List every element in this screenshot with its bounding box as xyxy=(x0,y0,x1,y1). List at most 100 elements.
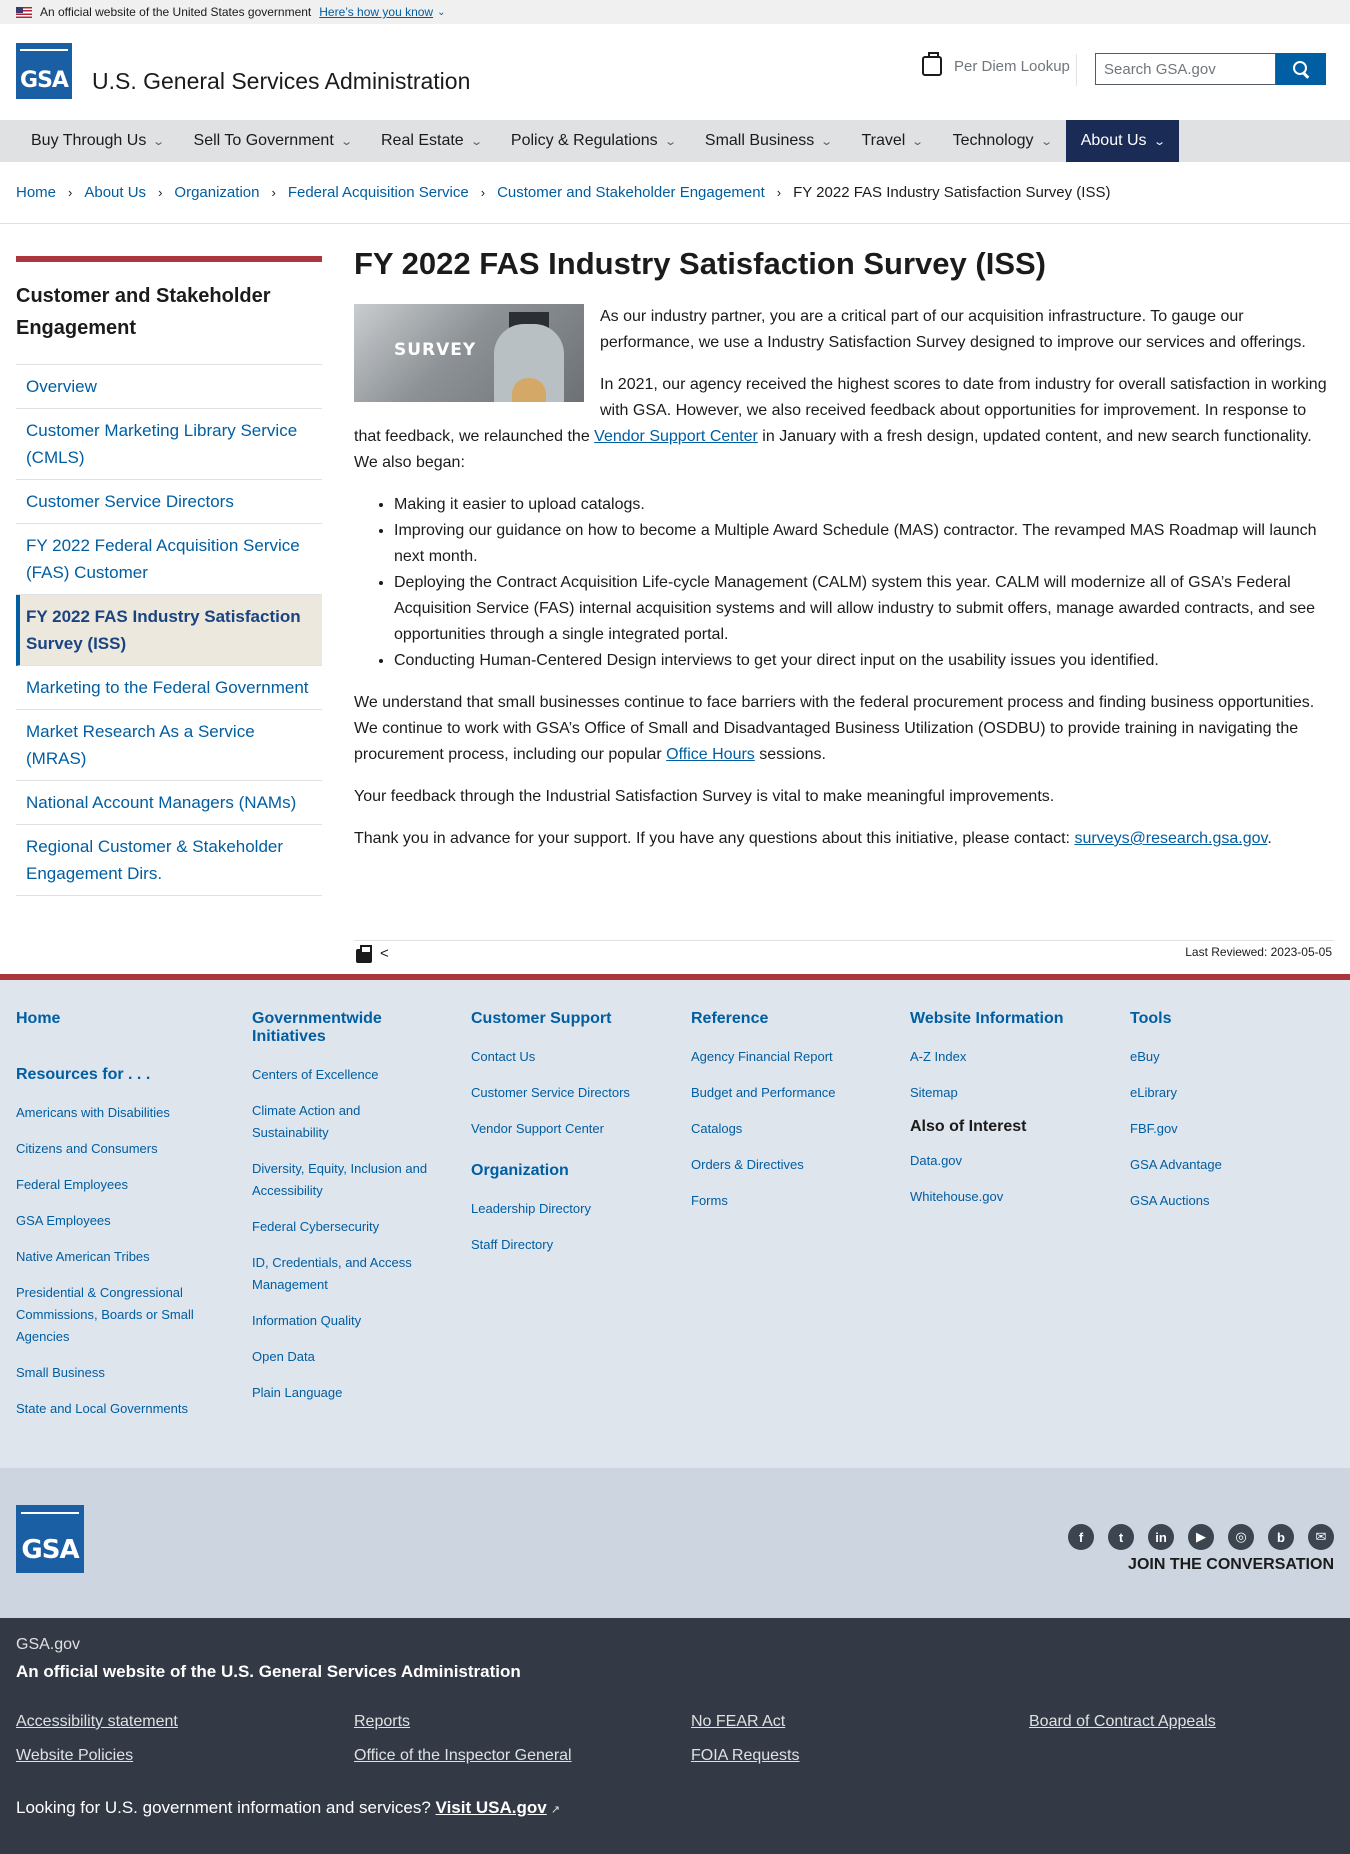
sidebar-item-overview[interactable]: Overview xyxy=(16,365,322,409)
footer-link[interactable]: GSA Employees xyxy=(16,1210,216,1232)
nav-small-business[interactable]: Small Business ⌄ xyxy=(690,120,847,162)
breadcrumb-about-us[interactable]: About Us xyxy=(84,184,146,201)
nav-about-us[interactable]: About Us ⌄ xyxy=(1065,120,1179,162)
footer-link[interactable]: Agency Financial Report xyxy=(691,1046,891,1068)
nav-real-estate[interactable]: Real Estate ⌄ xyxy=(366,120,496,162)
sidebar-item-fas-customer[interactable]: FY 2022 Federal Acquisition Service (FAS… xyxy=(16,524,322,595)
footer-link[interactable]: FBF.gov xyxy=(1130,1118,1330,1140)
footer-link[interactable]: Whitehouse.gov xyxy=(910,1186,1110,1208)
linkedin-icon[interactable]: in xyxy=(1148,1524,1174,1550)
footer-link[interactable]: Federal Cybersecurity xyxy=(252,1216,432,1238)
footer-link[interactable]: Open Data xyxy=(252,1346,432,1368)
footer-ref-title: Reference xyxy=(691,1010,769,1027)
footer-link[interactable]: Americans with Disabilities xyxy=(16,1102,216,1124)
footer-link[interactable]: eBuy xyxy=(1130,1046,1330,1068)
share-icon[interactable]: < xyxy=(380,945,389,962)
footer-link[interactable]: Small Business xyxy=(16,1362,216,1384)
breadcrumb-cse[interactable]: Customer and Stakeholder Engagement xyxy=(497,184,765,201)
improvements-list: Making it easier to upload catalogs. Imp… xyxy=(394,492,1334,674)
footer-gsa-logo[interactable]: GSA xyxy=(16,1505,84,1573)
agency-name[interactable]: U.S. General Services Administration xyxy=(92,68,470,95)
facebook-icon[interactable]: f xyxy=(1068,1524,1094,1550)
footer-link[interactable]: Plain Language xyxy=(252,1382,432,1404)
footer-link[interactable]: Catalogs xyxy=(691,1118,891,1140)
email-icon[interactable]: ✉ xyxy=(1308,1524,1334,1550)
footer-col-support: Customer Support Contact Us Customer Ser… xyxy=(471,1010,671,1270)
contract-appeals-link[interactable]: Board of Contract Appeals xyxy=(1029,1713,1216,1731)
breadcrumb-organization[interactable]: Organization xyxy=(174,184,259,201)
nav-sell-to-government[interactable]: Sell To Government ⌄ xyxy=(179,120,366,162)
instagram-icon[interactable]: ◎ xyxy=(1228,1524,1254,1550)
footer-link[interactable]: Information Quality xyxy=(252,1310,432,1332)
footer-link[interactable]: Customer Service Directors xyxy=(471,1082,671,1104)
survey-email-link[interactable]: surveys@research.gsa.gov xyxy=(1074,830,1267,847)
sidebar-item-customer-service-directors[interactable]: Customer Service Directors xyxy=(16,480,322,524)
footer-link[interactable]: Centers of Excellence xyxy=(252,1064,432,1086)
list-item: Conducting Human-Centered Design intervi… xyxy=(394,648,1334,674)
office-hours-link[interactable]: Office Hours xyxy=(666,746,755,763)
footer-link[interactable]: Data.gov xyxy=(910,1150,1110,1172)
sidebar-item-iss[interactable]: FY 2022 FAS Industry Satisfaction Survey… xyxy=(16,595,322,666)
search-button[interactable] xyxy=(1276,53,1326,85)
breadcrumb-fas[interactable]: Federal Acquisition Service xyxy=(288,184,469,201)
visit-usa-link[interactable]: Visit USA.gov xyxy=(436,1798,547,1817)
per-diem-lookup-link[interactable]: Per Diem Lookup xyxy=(922,52,1070,76)
footer-link[interactable]: Forms xyxy=(691,1190,891,1212)
nav-buy-through-us[interactable]: Buy Through Us ⌄ xyxy=(16,120,179,162)
contact-paragraph: Thank you in advance for your support. I… xyxy=(354,830,1272,847)
youtube-icon[interactable]: ▶ xyxy=(1188,1524,1214,1550)
vendor-support-center-link[interactable]: Vendor Support Center xyxy=(594,428,758,445)
footer-link[interactable]: Native American Tribes xyxy=(16,1246,216,1268)
chevron-down-icon[interactable]: ⌄ xyxy=(437,7,445,18)
footer-col-reference: Reference Agency Financial Report Budget… xyxy=(691,1010,891,1226)
sidebar-item-marketing[interactable]: Marketing to the Federal Government xyxy=(16,666,322,710)
footer-link[interactable]: Leadership Directory xyxy=(471,1198,671,1220)
footer-link[interactable]: Federal Employees xyxy=(16,1174,216,1196)
sidebar-item-nams[interactable]: National Account Managers (NAMs) xyxy=(16,781,322,825)
breadcrumb: Home › About Us › Organization › Federal Ac… xyxy=(0,162,1350,224)
footer-link[interactable]: ID, Credentials, and Access Management xyxy=(252,1252,432,1296)
footer-link[interactable]: Citizens and Consumers xyxy=(16,1138,216,1160)
print-icon[interactable] xyxy=(356,945,372,963)
chevron-right-icon: › xyxy=(271,185,276,200)
sidebar-item-regional[interactable]: Regional Customer & Stakeholder Engageme… xyxy=(16,825,322,896)
footer-link[interactable]: GSA Auctions xyxy=(1130,1190,1330,1212)
footer-link[interactable]: Sitemap xyxy=(910,1082,1110,1104)
footer-link[interactable]: Vendor Support Center xyxy=(471,1118,671,1140)
nav-travel[interactable]: Travel ⌄ xyxy=(846,120,937,162)
footer-web-title: Website Information xyxy=(910,1010,1064,1027)
blog-icon[interactable]: b xyxy=(1268,1524,1294,1550)
inspector-general-link[interactable]: Office of the Inspector General xyxy=(354,1747,572,1765)
no-fear-act-link[interactable]: No FEAR Act xyxy=(691,1713,785,1731)
nav-technology[interactable]: Technology ⌄ xyxy=(938,120,1066,162)
sidebar: Customer and Stakeholder Engagement Over… xyxy=(16,256,322,896)
chevron-down-icon: ⌄ xyxy=(469,135,483,148)
footer-link[interactable]: Budget and Performance xyxy=(691,1082,891,1104)
footer-link[interactable]: State and Local Governments xyxy=(16,1398,216,1420)
reports-link[interactable]: Reports xyxy=(354,1713,410,1731)
accessibility-link[interactable]: Accessibility statement xyxy=(16,1713,178,1731)
footer-link[interactable]: Presidential & Congressional Commissions… xyxy=(16,1282,216,1348)
footer-link[interactable]: GSA Advantage xyxy=(1130,1154,1330,1176)
footer-link[interactable]: Staff Directory xyxy=(471,1234,671,1256)
list-item: Making it easier to upload catalogs. xyxy=(394,492,1334,518)
breadcrumb-home[interactable]: Home xyxy=(16,184,56,201)
main-content: FY 2022 FAS Industry Satisfaction Survey… xyxy=(354,242,1334,868)
how-you-know-link[interactable]: Here’s how you know xyxy=(319,5,433,19)
footer-link[interactable]: A-Z Index xyxy=(910,1046,1110,1068)
footer-link[interactable]: eLibrary xyxy=(1130,1082,1330,1104)
gsa-logo[interactable]: GSA xyxy=(16,43,72,99)
footer-home-link[interactable]: Home xyxy=(16,1010,216,1028)
footer-link[interactable]: Climate Action and Sustainability xyxy=(252,1100,432,1144)
sidebar-item-mras[interactable]: Market Research As a Service (MRAS) xyxy=(16,710,322,781)
search-input[interactable] xyxy=(1095,53,1276,85)
footer-link[interactable]: Orders & Directives xyxy=(691,1154,891,1176)
twitter-icon[interactable]: t xyxy=(1108,1524,1134,1550)
sidebar-item-cmls[interactable]: Customer Marketing Library Service (CMLS… xyxy=(16,409,322,480)
foia-link[interactable]: FOIA Requests xyxy=(691,1747,800,1765)
website-policies-link[interactable]: Website Policies xyxy=(16,1747,133,1765)
footer-link[interactable]: Contact Us xyxy=(471,1046,671,1068)
breadcrumb-current: FY 2022 FAS Industry Satisfaction Survey… xyxy=(793,184,1111,201)
nav-policy-regulations[interactable]: Policy & Regulations ⌄ xyxy=(496,120,690,162)
footer-link[interactable]: Diversity, Equity, Inclusion and Accessi… xyxy=(252,1158,432,1202)
